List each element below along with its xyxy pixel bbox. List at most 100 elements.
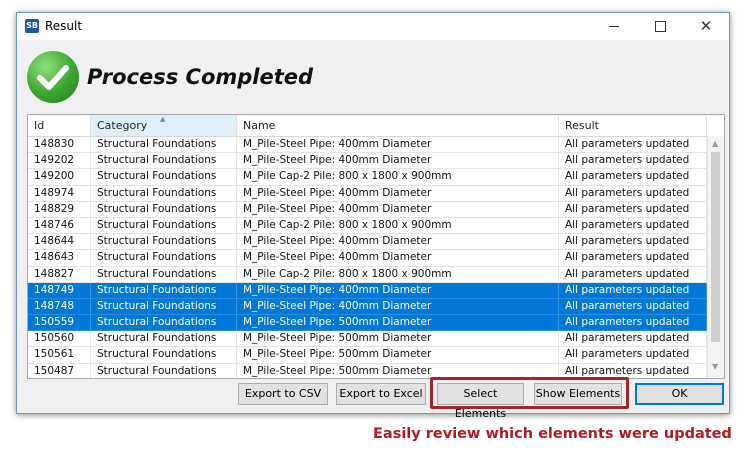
column-header-name[interactable]: Name [237,115,559,136]
table-body: 148830 Structural Foundations M_Pile-Steel… [28,137,707,378]
cell-category: Structural Foundations [91,153,237,170]
ok-button[interactable]: OK [635,383,724,405]
cell-category: Structural Foundations [91,266,237,283]
table-row[interactable]: 149202 Structural Foundations M_Pile-Steel… [28,153,707,170]
cell-id: 150559 [28,315,91,332]
sort-ascending-icon: ▲ [160,115,166,123]
cell-result: All parameters updated [559,347,707,364]
cell-id: 148827 [28,266,91,283]
cell-name: M_Pile-Steel Pipe: 400mm Diameter [237,234,559,251]
cell-result: All parameters updated [559,315,707,332]
cell-id: 148749 [28,282,91,299]
cell-category: Structural Foundations [91,298,237,315]
cell-result: All parameters updated [559,298,707,315]
table-row[interactable]: 148643 Structural Foundations M_Pile-Steel… [28,250,707,267]
cell-result: All parameters updated [559,185,707,202]
cell-name: M_Pile-Steel Pipe: 400mm Diameter [237,137,559,153]
cell-category: Structural Foundations [91,315,237,332]
cell-id: 149200 [28,169,91,186]
export-excel-button[interactable]: Export to Excel [336,383,426,405]
table-row[interactable]: 150559 Structural Foundations M_Pile-Steel… [28,315,707,332]
app-logo-icon: SB [25,19,39,33]
cell-result: All parameters updated [559,331,707,348]
checkmark-icon [37,65,69,90]
results-table: Id Category Name Result ▲ 148830 Structur… [27,114,725,379]
table-row[interactable]: 148644 Structural Foundations M_Pile-Steel… [28,234,707,251]
cell-id: 150487 [28,363,91,378]
cell-category: Structural Foundations [91,250,237,267]
cell-result: All parameters updated [559,266,707,283]
column-header-id[interactable]: Id [28,115,91,136]
cell-category: Structural Foundations [91,185,237,202]
cell-name: M_Pile Cap-2 Pile: 800 x 1800 x 900mm [237,169,559,186]
cell-category: Structural Foundations [91,169,237,186]
table-row[interactable]: 148746 Structural Foundations M_Pile Cap-2… [28,217,707,235]
minimize-icon [609,26,619,27]
cell-category: Structural Foundations [91,363,237,378]
cell-category: Structural Foundations [91,331,237,348]
cell-id: 150560 [28,331,91,348]
scroll-up-icon[interactable]: ▲ [712,139,718,148]
check-circle-icon [27,51,79,103]
result-window: SB Result ✕ Process Completed Id Categor… [16,12,730,420]
maximize-button[interactable] [637,13,683,40]
table-row[interactable]: 148830 Structural Foundations M_Pile-Steel… [28,137,707,154]
column-header-result[interactable]: Result [559,115,707,136]
cell-name: M_Pile Cap-2 Pile: 800 x 1800 x 900mm [237,217,559,234]
cell-id: 148829 [28,201,91,218]
table-row[interactable]: 148749 Structural Foundations M_Pile-Steel… [28,282,707,299]
table-row[interactable]: 150560 Structural Foundations M_Pile-Steel… [28,331,707,348]
cell-category: Structural Foundations [91,217,237,234]
table-row[interactable]: 149200 Structural Foundations M_Pile Cap-2… [28,169,707,186]
buttons-highlight-frame [430,377,629,409]
cell-result: All parameters updated [559,153,707,170]
table-row[interactable]: 148827 Structural Foundations M_Pile Cap-2… [28,266,707,283]
cell-id: 149202 [28,153,91,170]
cell-name: M_Pile-Steel Pipe: 400mm Diameter [237,185,559,202]
annotation-caption: Easily review which elements were update… [373,426,732,442]
cell-name: M_Pile-Steel Pipe: 400mm Diameter [237,153,559,170]
cell-id: 150561 [28,347,91,364]
close-button[interactable]: ✕ [683,13,729,40]
cell-result: All parameters updated [559,250,707,267]
export-csv-button[interactable]: Export to CSV [238,383,328,405]
cell-category: Structural Foundations [91,347,237,364]
cell-category: Structural Foundations [91,137,237,153]
cell-name: M_Pile-Steel Pipe: 500mm Diameter [237,331,559,348]
cell-category: Structural Foundations [91,282,237,299]
cell-name: M_Pile-Steel Pipe: 400mm Diameter [237,298,559,315]
minimize-button[interactable] [591,13,637,40]
cell-category: Structural Foundations [91,201,237,218]
cell-result: All parameters updated [559,137,707,153]
close-icon: ✕ [699,17,713,35]
cell-id: 148643 [28,250,91,267]
cell-id: 148748 [28,298,91,315]
table-row[interactable]: 148829 Structural Foundations M_Pile-Steel… [28,201,707,218]
cell-result: All parameters updated [559,217,707,234]
cell-name: M_Pile-Steel Pipe: 500mm Diameter [237,347,559,364]
scrollbar-thumb[interactable] [711,152,720,342]
table-row[interactable]: 148974 Structural Foundations M_Pile-Steel… [28,185,707,202]
table-row[interactable]: 148748 Structural Foundations M_Pile-Steel… [28,298,707,316]
cell-id: 148974 [28,185,91,202]
cell-id: 148644 [28,234,91,251]
cell-name: M_Pile Cap-2 Pile: 800 x 1800 x 900mm [237,266,559,283]
cell-result: All parameters updated [559,234,707,251]
cell-name: M_Pile-Steel Pipe: 400mm Diameter [237,282,559,299]
cell-category: Structural Foundations [91,234,237,251]
cell-name: M_Pile-Steel Pipe: 400mm Diameter [237,201,559,218]
table-header: Id Category Name Result ▲ [28,115,707,137]
vertical-scrollbar[interactable]: ▲ ▼ [707,136,724,377]
scroll-down-icon[interactable]: ▼ [712,362,718,371]
cell-result: All parameters updated [559,169,707,186]
cell-result: All parameters updated [559,282,707,299]
window-title: Result [45,19,83,33]
cell-name: M_Pile-Steel Pipe: 400mm Diameter [237,250,559,267]
title-bar[interactable]: SB Result ✕ [17,13,729,40]
maximize-icon [654,21,666,32]
status-message: Process Completed [87,65,314,89]
table-row[interactable]: 150561 Structural Foundations M_Pile-Steel… [28,347,707,364]
cell-id: 148746 [28,217,91,234]
cell-result: All parameters updated [559,201,707,218]
cell-name: M_Pile-Steel Pipe: 500mm Diameter [237,315,559,332]
